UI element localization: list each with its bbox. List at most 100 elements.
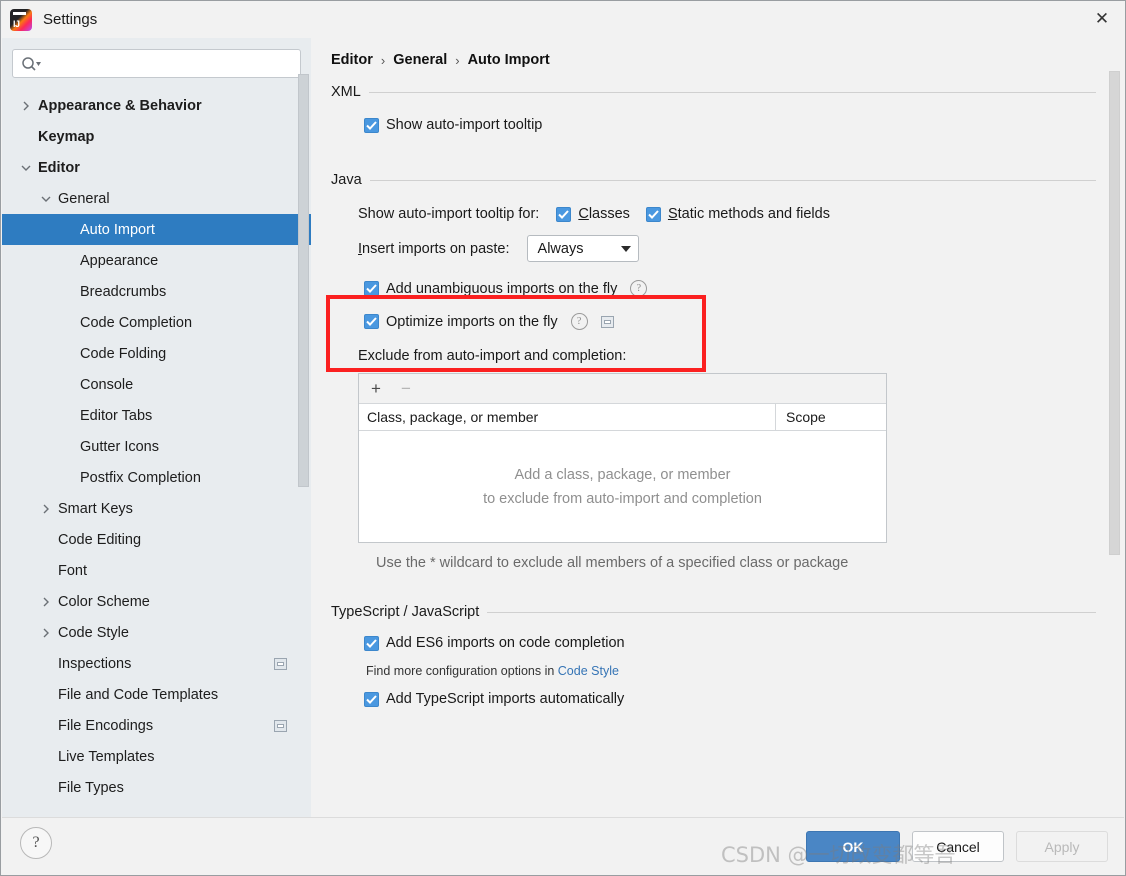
remove-exclusion-button[interactable]: − (401, 380, 411, 397)
code-style-link[interactable]: Code Style (558, 664, 619, 678)
breadcrumb: Editor › General › Auto Import (311, 38, 1124, 68)
label-static-rest: tatic methods and fields (677, 206, 830, 222)
insert-imports-row: Insert imports on paste: Always (358, 235, 1096, 262)
help-button[interactable]: ? (20, 827, 52, 859)
search-wrapper (2, 38, 311, 78)
sidebar-item-breadcrumbs[interactable]: Breadcrumbs (2, 276, 311, 307)
help-icon[interactable]: ? (570, 313, 588, 330)
sidebar-item-editor[interactable]: Editor (2, 152, 311, 183)
sidebar-item-label: Code Completion (80, 314, 193, 331)
sidebar-item-label: Inspections (58, 655, 132, 672)
label-insert-imports-on-paste: Insert imports on paste: (358, 241, 510, 257)
sidebar-item-font[interactable]: Font (2, 555, 311, 586)
sidebar-scrollbar-thumb[interactable] (298, 74, 309, 487)
section-header-ts-js: TypeScript / JavaScript (331, 604, 1096, 620)
chevron-down-icon[interactable] (40, 193, 52, 205)
sidebar-item-label: Editor (38, 159, 80, 176)
sidebar-item-inspections[interactable]: Inspections (2, 648, 311, 679)
label-static-methods-and-fields: Static methods and fields (668, 206, 830, 222)
es6-imports-row[interactable]: Add ES6 imports on code completion (364, 635, 1096, 651)
sidebar-item-label: Code Editing (58, 531, 142, 548)
section-header-xml: XML (331, 84, 1096, 100)
dropdown-insert-imports-on-paste[interactable]: Always (526, 235, 639, 262)
code-style-note: Find more configuration options in Code … (366, 664, 1096, 678)
sidebar-scrollbar[interactable] (298, 38, 309, 818)
intellij-idea-logo-icon: IJ (10, 8, 32, 31)
sidebar-item-appearance-behavior[interactable]: Appearance & Behavior (2, 90, 311, 121)
sidebar-item-code-editing[interactable]: Code Editing (2, 524, 311, 555)
add-exclusion-button[interactable]: + (371, 380, 381, 397)
sidebar-item-console[interactable]: Console (2, 369, 311, 400)
sidebar-item-live-templates[interactable]: Live Templates (2, 741, 311, 772)
sidebar-item-auto-import[interactable]: Auto Import (2, 214, 311, 245)
sidebar-item-editor-tabs[interactable]: Editor Tabs (2, 400, 311, 431)
help-icon[interactable]: ? (630, 280, 648, 297)
sidebar-item-label: Appearance (80, 252, 159, 269)
label-add-es6-imports: Add ES6 imports on code completion (386, 635, 625, 651)
search-icon (21, 56, 41, 72)
sidebar-item-general[interactable]: General (2, 183, 311, 214)
content-scrollbar[interactable] (1109, 38, 1120, 818)
checkbox-add-typescript-imports[interactable] (364, 691, 379, 707)
breadcrumb-item-general[interactable]: General (393, 52, 447, 68)
sidebar-item-code-style[interactable]: Code Style (2, 617, 311, 648)
sidebar-item-label: Postfix Completion (80, 469, 201, 486)
chevron-right-icon[interactable] (20, 100, 32, 112)
sidebar-item-color-scheme[interactable]: Color Scheme (2, 586, 311, 617)
section-typescript-javascript: TypeScript / JavaScript Add ES6 imports … (311, 604, 1124, 707)
sidebar-item-code-completion[interactable]: Code Completion (2, 307, 311, 338)
search-input[interactable] (12, 49, 301, 78)
window-title: Settings (43, 11, 98, 28)
sidebar-item-appearance[interactable]: Appearance (2, 245, 311, 276)
sidebar-item-file-and-code-templates[interactable]: File and Code Templates (2, 679, 311, 710)
divider-line (487, 611, 1096, 613)
sidebar-item-label: Color Scheme (58, 593, 150, 610)
sidebar-item-keymap[interactable]: Keymap (2, 121, 311, 152)
section-title-xml: XML (331, 84, 361, 100)
content-scrollbar-thumb[interactable] (1109, 71, 1120, 555)
xml-show-tooltip-row[interactable]: Show auto-import tooltip (364, 117, 1096, 133)
sidebar-item-postfix-completion[interactable]: Postfix Completion (2, 462, 311, 493)
sidebar-item-smart-keys[interactable]: Smart Keys (2, 493, 311, 524)
exclude-table-header: Class, package, or member Scope (359, 404, 886, 431)
label-show-auto-import-tooltip-for: Show auto-import tooltip for: (358, 206, 540, 222)
checkbox-classes[interactable] (556, 206, 572, 222)
chevron-right-icon[interactable] (40, 627, 52, 639)
project-settings-icon (274, 657, 287, 670)
settings-content: Editor › General › Auto Import XML Show … (311, 38, 1124, 818)
sidebar-item-code-folding[interactable]: Code Folding (2, 338, 311, 369)
typescript-imports-row[interactable]: Add TypeScript imports automatically (364, 691, 1096, 707)
chevron-right-icon: › (455, 52, 460, 68)
chevron-right-icon[interactable] (40, 596, 52, 608)
checkbox-add-unambiguous-imports[interactable] (364, 281, 379, 296)
checkbox-static-methods-and-fields[interactable] (645, 206, 661, 222)
breadcrumb-item-editor[interactable]: Editor (331, 52, 373, 68)
checkbox-optimize-imports[interactable] (364, 314, 379, 329)
exclude-table-toolbar: + − (359, 374, 886, 404)
ok-button[interactable]: OK (806, 831, 900, 862)
sidebar-item-file-encodings[interactable]: File Encodings (2, 710, 311, 741)
label-classes-rest: lasses (588, 206, 630, 222)
cancel-button[interactable]: Cancel (912, 831, 1004, 862)
optimize-imports-row[interactable]: Optimize imports on the fly ? (364, 313, 1096, 330)
add-unambiguous-row[interactable]: Add unambiguous imports on the fly ? (364, 280, 1096, 297)
sidebar-item-label: Editor Tabs (80, 407, 153, 424)
checkbox-add-es6-imports[interactable] (364, 635, 379, 651)
checkbox-xml-show-auto-import-tooltip[interactable] (364, 117, 379, 133)
empty-state-line-1: Add a class, package, or member (514, 466, 731, 483)
sidebar-item-file-types[interactable]: File Types (2, 772, 311, 803)
chevron-right-icon[interactable] (40, 503, 52, 515)
label-optimize-imports: Optimize imports on the fly (386, 313, 558, 330)
chevron-down-icon[interactable] (20, 162, 32, 174)
sidebar-item-gutter-icons[interactable]: Gutter Icons (2, 431, 311, 462)
title-bar: IJ Settings ✕ (1, 1, 1125, 38)
close-icon[interactable]: ✕ (1079, 1, 1125, 37)
code-style-note-prefix: Find more configuration options in (366, 664, 558, 678)
wildcard-hint: Use the * wildcard to exclude all member… (376, 555, 849, 571)
section-header-java: Java (331, 172, 1096, 188)
sidebar-item-label: Breadcrumbs (80, 283, 167, 300)
